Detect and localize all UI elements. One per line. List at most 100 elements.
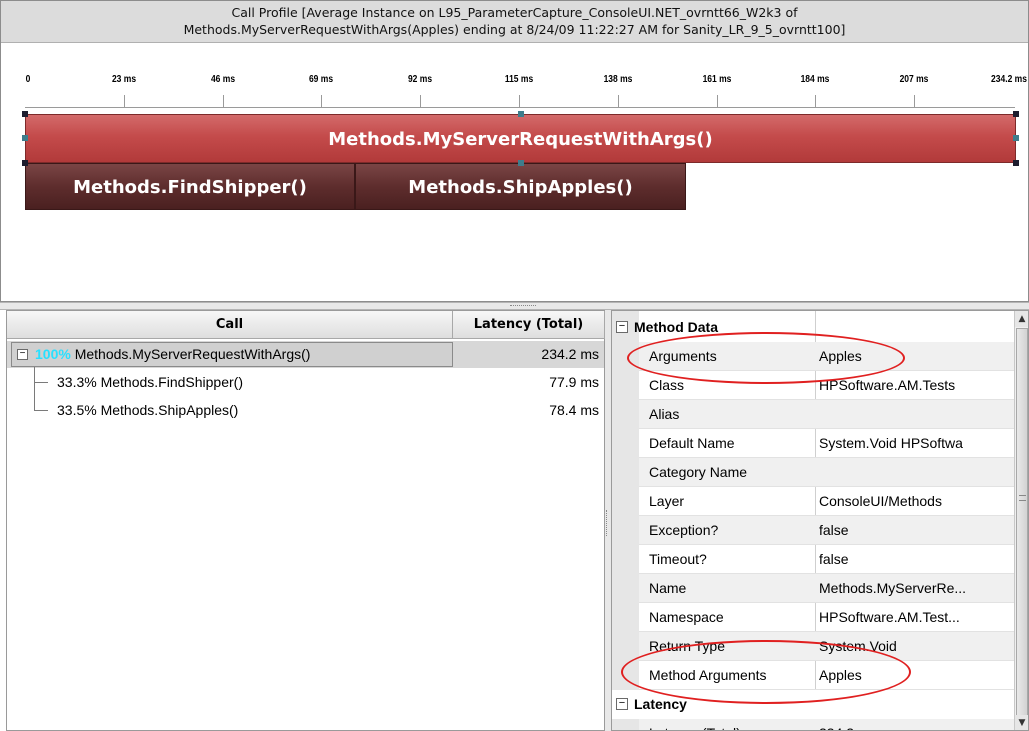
property-value: false xyxy=(819,522,849,538)
selection-handle[interactable] xyxy=(22,111,28,117)
row-latency: 77.9 ms xyxy=(549,374,599,390)
property-name: Timeout? xyxy=(649,551,707,567)
property-value: Apples xyxy=(819,667,862,683)
ruler-tick-label: 207 ms xyxy=(899,74,929,85)
row-method-name: Methods.FindShipper() xyxy=(100,374,243,390)
ruler-tick-label: 23 ms xyxy=(111,74,136,85)
properties-gutter xyxy=(612,311,639,730)
property-row[interactable]: Class HPSoftware.AM.Tests xyxy=(639,371,1014,400)
property-name: Return Type xyxy=(649,638,726,654)
ruler-tick-label: 46 ms xyxy=(210,74,235,85)
ruler-tick-label: 234.2 ms xyxy=(991,74,1027,85)
property-row[interactable]: Name Methods.MyServerRe... xyxy=(639,574,1014,603)
section-method-data[interactable]: − Method Data xyxy=(612,313,1014,342)
tree-row[interactable]: 33.3% Methods.FindShipper() 77.9 ms xyxy=(7,369,604,396)
property-row[interactable]: Namespace HPSoftware.AM.Test... xyxy=(639,603,1014,632)
splitter-grip-icon xyxy=(510,305,536,307)
row-call-cell: 100% Methods.MyServerRequestWithArgs() xyxy=(35,341,310,368)
scroll-down-icon[interactable]: ▼ xyxy=(1015,715,1028,730)
property-row[interactable]: Layer ConsoleUI/Methods xyxy=(639,487,1014,516)
ruler-tick-mark xyxy=(617,95,619,108)
ruler-tick-mark xyxy=(321,95,323,108)
horizontal-splitter[interactable] xyxy=(0,302,1029,310)
ruler-tick-label: 0 xyxy=(25,74,31,85)
tree-row[interactable]: 33.5% Methods.ShipApples() 78.4 ms xyxy=(7,397,604,424)
property-name: Category Name xyxy=(649,464,748,480)
ruler-tick-label: 92 ms xyxy=(408,74,433,85)
bar-ship-apples[interactable]: Methods.ShipApples() xyxy=(355,163,686,210)
ruler-tick-mark xyxy=(914,95,916,108)
row-call-cell: 33.3% Methods.FindShipper() xyxy=(57,369,243,396)
bar-find-shipper[interactable]: Methods.FindShipper() xyxy=(25,163,355,210)
property-value: false xyxy=(819,551,849,567)
property-row[interactable]: Exception? false xyxy=(639,516,1014,545)
selection-handle[interactable] xyxy=(518,111,524,117)
row-method-name: Methods.MyServerRequestWithArgs() xyxy=(74,346,311,362)
scroll-up-icon[interactable]: ▲ xyxy=(1015,311,1028,327)
properties-grid: − Method Data Arguments Apples Class HPS… xyxy=(611,310,1029,731)
ruler-tick-mark xyxy=(815,95,817,108)
scroll-thumb[interactable] xyxy=(1016,328,1028,716)
header-title-line2: Methods.MyServerRequestWithArgs(Apples) … xyxy=(183,22,846,37)
property-name: Alias xyxy=(649,406,680,422)
property-name: Namespace xyxy=(649,609,724,625)
property-row[interactable]: Default Name System.Void HPSoftwa xyxy=(639,429,1014,458)
selection-handle[interactable] xyxy=(1013,135,1019,141)
properties-scrollbar[interactable]: ▲ ▼ xyxy=(1014,311,1028,730)
ruler-tick-label: 138 ms xyxy=(603,74,633,85)
ruler-tick-mark xyxy=(123,95,125,108)
ruler-tick-label: 115 ms xyxy=(504,74,534,85)
property-value: Methods.MyServerRe... xyxy=(819,580,967,596)
property-name: Default Name xyxy=(649,435,735,451)
row-percent: 33.5% xyxy=(57,402,97,418)
collapse-icon[interactable]: − xyxy=(17,349,28,360)
property-name: Latency (Total) xyxy=(649,719,815,730)
row-percent: 33.3% xyxy=(57,374,97,390)
bar-my-server-request[interactable]: Methods.MyServerRequestWithArgs() xyxy=(25,114,1016,163)
collapse-icon[interactable]: − xyxy=(616,698,628,710)
column-header-latency[interactable]: Latency (Total) xyxy=(453,311,605,339)
selection-handle[interactable] xyxy=(518,160,524,166)
property-name: Method Arguments xyxy=(649,667,767,683)
property-name: Class xyxy=(649,377,685,393)
tree-connector-line xyxy=(34,382,48,383)
section-latency[interactable]: − Latency xyxy=(612,690,1014,719)
property-row[interactable]: Method Arguments Apples xyxy=(639,661,1014,690)
property-value: Apples xyxy=(819,348,862,364)
section-label: Method Data xyxy=(634,319,718,335)
property-value: HPSoftware.AM.Tests xyxy=(819,377,956,393)
row-method-name: Methods.ShipApples() xyxy=(100,402,239,418)
property-value: ConsoleUI/Methods xyxy=(819,493,942,509)
property-row[interactable]: Latency (Total) 234.2 ms xyxy=(639,719,1014,730)
ruler-tick-mark xyxy=(420,95,422,108)
selection-handle[interactable] xyxy=(22,160,28,166)
call-tree-table: Call Latency (Total) − 100% Methods.MySe… xyxy=(6,310,605,731)
tree-connector-line xyxy=(34,367,35,411)
selection-handle[interactable] xyxy=(1013,111,1019,117)
property-name: Exception? xyxy=(649,522,719,538)
property-row[interactable]: Alias xyxy=(639,400,1014,429)
column-header-call[interactable]: Call xyxy=(7,311,453,339)
property-name: Arguments xyxy=(649,348,717,364)
row-latency: 234.2 ms xyxy=(541,346,599,362)
selection-handle[interactable] xyxy=(22,135,28,141)
scroll-grip-icon xyxy=(1019,495,1026,501)
selection-handle[interactable] xyxy=(1013,160,1019,166)
property-name: Name xyxy=(649,580,687,596)
property-value: HPSoftware.AM.Test... xyxy=(819,609,960,625)
property-name: Layer xyxy=(649,493,685,509)
row-latency: 78.4 ms xyxy=(549,402,599,418)
section-label: Latency xyxy=(634,696,687,712)
ruler-tick-mark xyxy=(519,95,520,108)
property-row[interactable]: Category Name xyxy=(639,458,1014,487)
time-ruler: 0 23 ms 46 ms 69 ms 92 ms 115 ms 138 ms 161 ms 1… xyxy=(1,43,1028,109)
collapse-icon[interactable]: − xyxy=(616,321,628,333)
property-row[interactable]: Timeout? false xyxy=(639,545,1014,574)
tree-connector-line xyxy=(34,410,48,411)
splitter-grip-icon xyxy=(606,510,609,536)
header-title-line1: Call Profile [Average Instance on L95_Pa… xyxy=(231,5,798,20)
tree-row[interactable]: − 100% Methods.MyServerRequestWithArgs()… xyxy=(7,341,604,368)
row-call-cell: 33.5% Methods.ShipApples() xyxy=(57,397,238,424)
property-row[interactable]: Return Type System.Void xyxy=(639,632,1014,661)
property-row[interactable]: Arguments Apples xyxy=(639,342,1014,371)
